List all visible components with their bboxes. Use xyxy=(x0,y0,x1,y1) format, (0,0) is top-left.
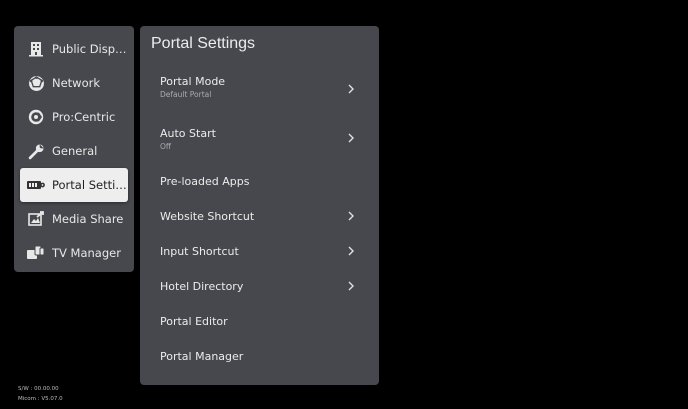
media-share-icon xyxy=(26,210,46,228)
option-label: Portal Manager xyxy=(160,350,244,363)
menu-item-label: Portal Settings xyxy=(52,178,128,192)
network-globe-icon xyxy=(26,74,46,92)
option-label: Portal Mode xyxy=(160,75,226,88)
chevron-right-icon xyxy=(348,281,354,291)
pre-loaded-apps-option[interactable]: Pre-loaded Apps xyxy=(140,169,379,203)
menu-item-label: General xyxy=(52,144,98,158)
website-shortcut-option[interactable]: Website Shortcut xyxy=(140,204,379,238)
option-value: Default Portal xyxy=(160,90,212,99)
menu-item-public-display[interactable]: Public Display... xyxy=(20,32,128,66)
micom-version: Micom : V5.07.0 xyxy=(18,396,63,402)
menu-item-label: TV Manager xyxy=(52,246,121,260)
option-label: Pre-loaded Apps xyxy=(160,175,250,188)
chevron-right-icon xyxy=(348,211,354,221)
menu-item-label: Network xyxy=(52,76,101,90)
menu-item-label: Pro:Centric xyxy=(52,110,116,124)
portal-mode-option[interactable]: Portal Mode Default Portal xyxy=(140,69,379,103)
software-version: S/W : 00.00.00 xyxy=(18,386,59,392)
option-label: Auto Start xyxy=(160,127,216,140)
option-label: Portal Editor xyxy=(160,315,228,328)
portal-manager-option[interactable]: Portal Manager xyxy=(140,344,379,378)
portal-editor-option[interactable]: Portal Editor xyxy=(140,309,379,343)
menu-item-tv-manager[interactable]: TV Manager xyxy=(20,236,128,270)
building-icon xyxy=(26,40,46,58)
option-label: Website Shortcut xyxy=(160,210,255,223)
option-label: Hotel Directory xyxy=(160,280,244,293)
menu-item-general[interactable]: General xyxy=(20,134,128,168)
portal-settings-icon xyxy=(26,176,46,194)
screen: Public Display... Network xyxy=(0,0,688,409)
menu-item-label: Media Share xyxy=(52,212,124,226)
portal-settings-panel: Portal Settings Portal Mode Default Port… xyxy=(140,26,379,385)
settings-category-menu: Public Display... Network xyxy=(14,26,134,272)
menu-item-media-share[interactable]: Media Share xyxy=(20,202,128,236)
menu-item-network[interactable]: Network xyxy=(20,66,128,100)
option-label: Input Shortcut xyxy=(160,245,239,258)
chevron-right-icon xyxy=(348,133,354,143)
chevron-right-icon xyxy=(348,246,354,256)
option-value: Off xyxy=(160,142,172,151)
menu-item-procentric[interactable]: Pro:Centric xyxy=(20,100,128,134)
panel-title: Portal Settings xyxy=(151,35,256,52)
wrench-icon xyxy=(26,142,46,160)
tv-manager-icon xyxy=(26,244,46,262)
hotel-directory-option[interactable]: Hotel Directory xyxy=(140,274,379,308)
chevron-right-icon xyxy=(348,84,354,94)
menu-item-label: Public Display... xyxy=(52,42,128,56)
auto-start-option[interactable]: Auto Start Off xyxy=(140,121,379,155)
procentric-icon xyxy=(26,108,46,126)
menu-item-portal-settings[interactable]: Portal Settings xyxy=(20,168,128,202)
input-shortcut-option[interactable]: Input Shortcut xyxy=(140,239,379,273)
